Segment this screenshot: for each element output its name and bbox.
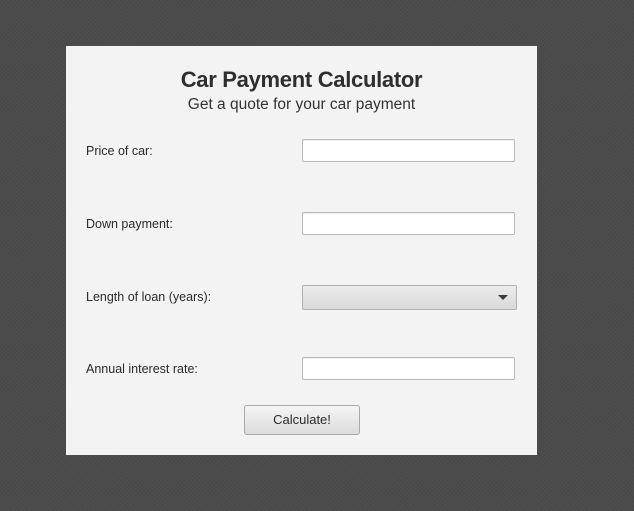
interest-rate-label: Annual interest rate:	[86, 362, 198, 376]
calculate-button[interactable]: Calculate!	[244, 405, 360, 435]
page-subtitle: Get a quote for your car payment	[187, 96, 416, 113]
loan-length-dropdown[interactable]	[302, 285, 517, 310]
interest-rate-input[interactable]	[302, 357, 515, 380]
loan-length-label: Length of loan (years):	[86, 290, 212, 304]
chevron-down-icon	[498, 295, 508, 300]
down-payment-label: Down payment:	[86, 217, 173, 231]
calculator-panel: Car Payment Calculator Get a quote for y…	[66, 46, 537, 455]
price-input[interactable]	[302, 139, 515, 162]
page-title: Car Payment Calculator	[180, 67, 423, 92]
price-label: Price of car:	[86, 144, 153, 158]
down-payment-input[interactable]	[302, 212, 515, 235]
